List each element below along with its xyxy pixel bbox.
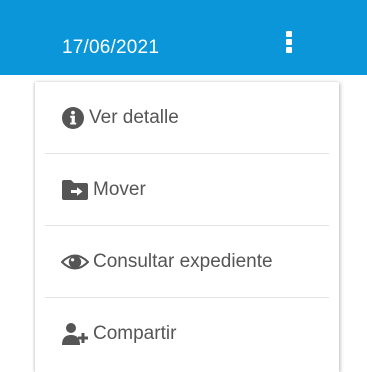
date-label: 17/06/2021 xyxy=(62,37,160,58)
menu-item-label: Mover xyxy=(93,178,146,200)
user-add-icon xyxy=(62,322,88,345)
info-circle-icon xyxy=(62,106,84,129)
menu-item-mover[interactable]: Mover xyxy=(35,154,339,225)
header-bar: 17/06/2021 xyxy=(0,0,367,75)
menu-item-label: Consultar expediente xyxy=(93,250,273,272)
menu-item-consultar-expediente[interactable]: Consultar expediente xyxy=(35,226,339,297)
kebab-vertical-icon xyxy=(286,31,292,37)
folder-move-icon xyxy=(62,179,88,200)
eye-icon xyxy=(61,254,89,269)
menu-item-ver-detalle[interactable]: Ver detalle xyxy=(35,82,339,153)
more-options-button[interactable] xyxy=(282,31,296,55)
menu-item-label: Ver detalle xyxy=(89,106,179,128)
context-menu: Ver detalle Mover Consultar expediente C… xyxy=(35,82,339,372)
menu-item-label: Compartir xyxy=(93,322,177,344)
menu-item-compartir[interactable]: Compartir xyxy=(35,298,339,369)
